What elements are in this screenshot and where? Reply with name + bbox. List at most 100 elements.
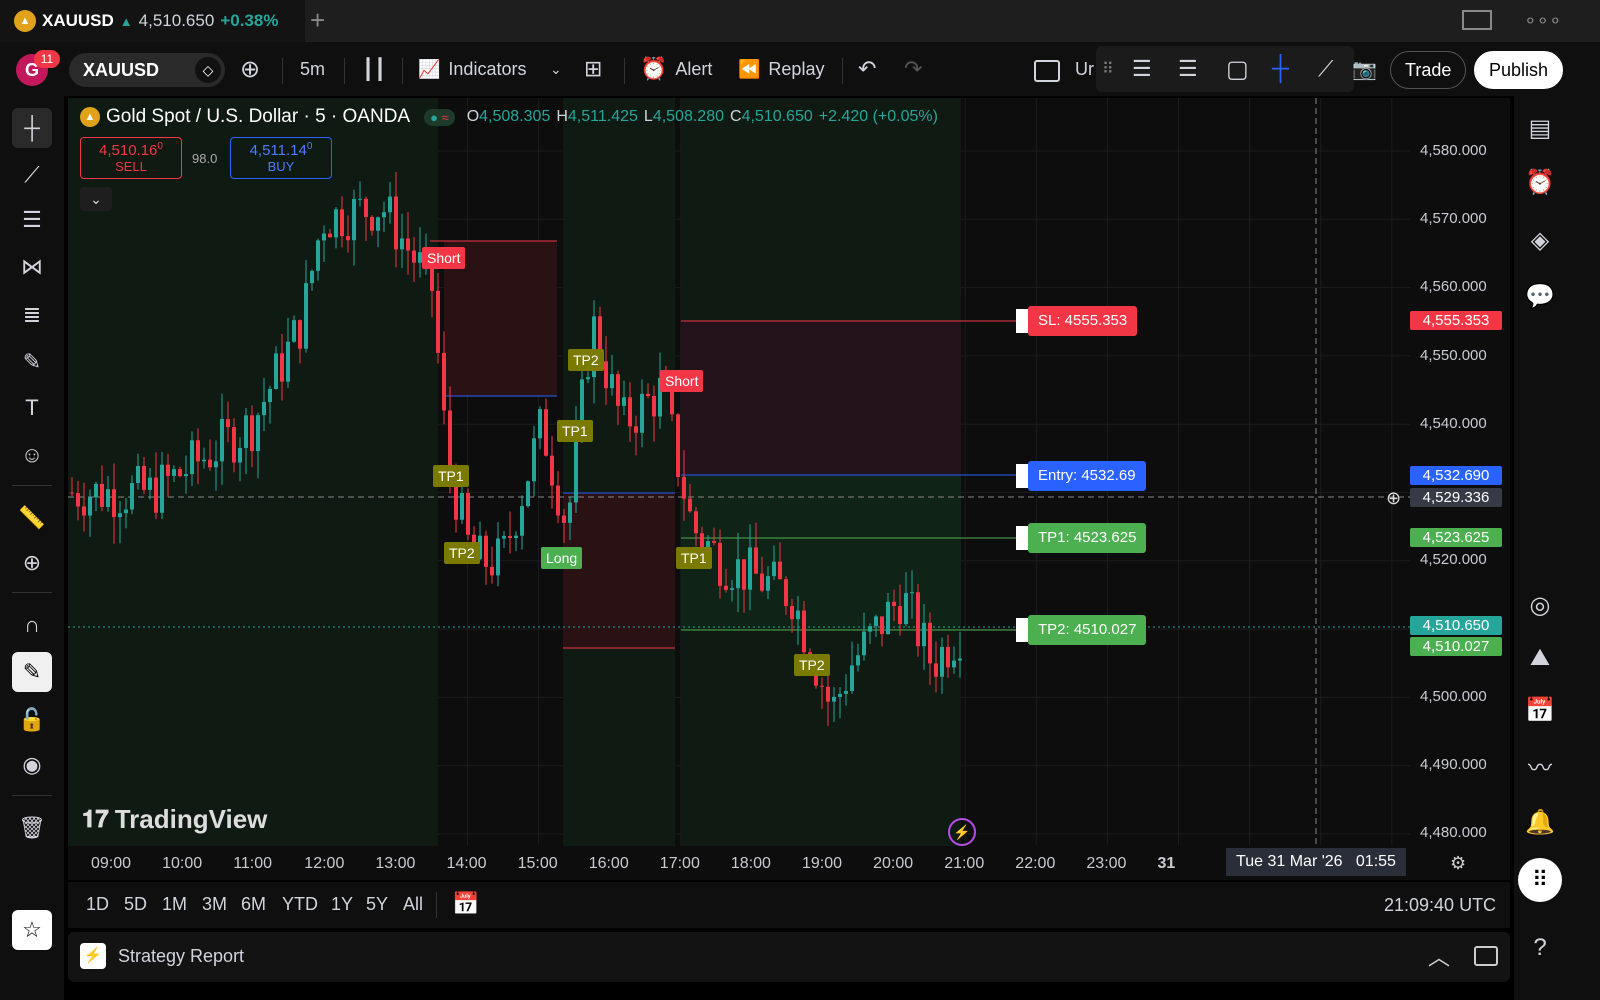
range-5y[interactable]: 5Y	[366, 894, 388, 915]
candle-body	[868, 626, 872, 632]
tp2-mark: TP2	[444, 542, 480, 564]
candle-body	[412, 250, 416, 263]
candle-body	[754, 547, 758, 574]
candle-body	[652, 395, 656, 417]
session-shade	[563, 98, 675, 846]
goto-date-icon[interactable]: 📅	[452, 891, 479, 917]
tp2-price-label: 4,510.027	[1410, 637, 1502, 656]
range-1m[interactable]: 1M	[162, 894, 187, 915]
last-price-label: 4,510.650	[1410, 616, 1502, 635]
time-axis-tick: 15:00	[517, 855, 558, 872]
candle-body	[226, 419, 230, 428]
price-axis-tick: 4,540.000	[1420, 414, 1487, 432]
watermark-text: TradingView	[114, 804, 268, 834]
maximize-panel-icon[interactable]	[1474, 946, 1498, 966]
candle-body	[160, 464, 164, 513]
price-axis-tick: 4,490.000	[1420, 755, 1487, 773]
candle-body	[568, 502, 572, 523]
crosshair-price-label: 4,529.336	[1410, 488, 1502, 507]
candle-body	[958, 658, 962, 661]
candle-body	[628, 397, 632, 427]
candle-body	[634, 426, 638, 433]
candle-body	[676, 414, 680, 477]
candle-body	[640, 393, 644, 433]
candle-body	[562, 515, 566, 523]
candle-body	[208, 459, 212, 468]
collapse-chevron-icon[interactable]: ⌄	[80, 187, 112, 211]
candle-body	[70, 492, 74, 494]
candle-body	[904, 593, 908, 625]
range-5d[interactable]: 5D	[124, 894, 147, 915]
candle-body	[730, 588, 734, 590]
range-6m[interactable]: 6M	[241, 894, 266, 915]
strategy-report-panel[interactable]	[68, 932, 1510, 982]
range-1y[interactable]: 1Y	[331, 894, 353, 915]
chart-legend: ▲ Gold Spot / U.S. Dollar · 5 · OANDA ● …	[80, 106, 938, 128]
time-axis-tick: 19:00	[802, 855, 843, 872]
axis-settings-icon[interactable]: ⚙	[1450, 853, 1466, 874]
tradingview-watermark: 𝟏𝟕 TradingView	[82, 804, 267, 835]
time-axis-tick: 21:00	[944, 855, 985, 872]
tp1-mark: TP1	[433, 465, 469, 487]
candle-body	[274, 353, 278, 390]
range-all[interactable]: All	[403, 894, 423, 915]
candle-body	[946, 646, 950, 668]
stop-zone	[563, 493, 675, 648]
candle-body	[316, 240, 320, 271]
candle-body	[190, 440, 194, 475]
price-axis-tick: 4,550.000	[1420, 346, 1487, 364]
candle-body	[610, 374, 614, 389]
candle-body	[442, 352, 446, 411]
sl-flag[interactable]: SL: 4555.353	[1015, 306, 1138, 336]
candle-body	[484, 535, 488, 567]
time-axis-tick: 18:00	[730, 855, 771, 872]
range-3m[interactable]: 3M	[202, 894, 227, 915]
candle-body	[322, 233, 326, 241]
candle-body	[736, 559, 740, 589]
candle-body	[244, 415, 248, 448]
candle-body	[172, 469, 176, 476]
candle-body	[832, 696, 836, 702]
candle-body	[82, 506, 86, 516]
tp2-flag[interactable]: TP2: 4510.027	[1015, 615, 1147, 645]
candle-body	[922, 622, 926, 647]
candle-body	[382, 212, 386, 218]
candle-body	[496, 538, 500, 576]
candle-body	[118, 513, 122, 518]
add-alert-plus-icon[interactable]: ⊕	[1386, 488, 1401, 509]
strategy-report-title[interactable]: Strategy Report	[118, 946, 244, 967]
candle-body	[112, 489, 116, 518]
candle-body	[76, 493, 80, 507]
candle-body	[724, 585, 728, 590]
time-axis-tick: 13:00	[375, 855, 416, 872]
candle-body	[376, 217, 380, 231]
candle-body	[928, 622, 932, 664]
utc-clock[interactable]: 21:09:40 UTC	[1384, 895, 1496, 916]
candle-body	[934, 663, 938, 677]
lightning-icon[interactable]: ⚡	[948, 818, 976, 846]
candle-body	[238, 447, 242, 463]
candle-body	[352, 198, 356, 241]
time-axis-tick: 14:00	[446, 855, 487, 872]
candle-body	[952, 660, 956, 668]
candle-body	[892, 601, 896, 607]
candle-body	[550, 455, 554, 486]
candle-body	[298, 320, 302, 349]
time-axis-tick: 12:00	[304, 855, 345, 872]
range-ytd[interactable]: YTD	[282, 894, 318, 915]
legend-change: +2.420 (+0.05%)	[818, 108, 938, 125]
candle-body	[772, 561, 776, 577]
range-1d[interactable]: 1D	[86, 894, 109, 915]
tp1-flag[interactable]: TP1: 4523.625	[1015, 523, 1147, 553]
candle-body	[178, 469, 182, 477]
entry-flag[interactable]: Entry: 4532.69	[1016, 461, 1146, 491]
buy-button[interactable]: 4,511.140 BUY	[230, 137, 332, 179]
legend-c: 4,510.650	[741, 108, 813, 125]
candle-body	[694, 511, 698, 534]
sell-button[interactable]: 4,510.160 SELL	[80, 137, 182, 179]
candle-body	[670, 388, 674, 415]
expand-chevron-icon[interactable]: ︿	[1428, 940, 1450, 972]
candle-body	[262, 402, 266, 416]
candle-body	[148, 477, 152, 490]
candle-body	[328, 233, 332, 238]
